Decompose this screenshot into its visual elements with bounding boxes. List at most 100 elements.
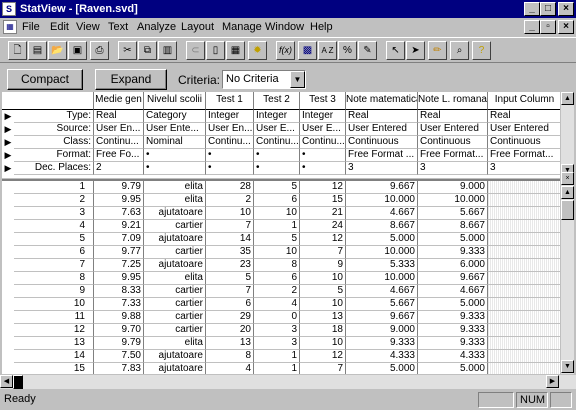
data-cell[interactable]: 4.333	[418, 350, 488, 363]
attribute-cell[interactable]: Integer	[300, 110, 346, 123]
data-cell[interactable]: 5	[254, 233, 300, 246]
data-cell[interactable]: 6	[254, 272, 300, 285]
data-cell[interactable]: 9.95	[94, 272, 144, 285]
data-cell[interactable]: 7	[206, 285, 254, 298]
data-cell[interactable]: 29	[206, 311, 254, 324]
attribute-cell[interactable]: User Entered	[488, 123, 560, 136]
data-cell[interactable]: 9.000	[418, 181, 488, 194]
data-cell[interactable]: cartier	[144, 298, 206, 311]
arrow-tool-icon[interactable]: ➤	[406, 41, 425, 60]
data-cell[interactable]: 8.667	[346, 220, 418, 233]
sun-icon[interactable]: ✹	[248, 41, 267, 60]
data-cell[interactable]: 10	[206, 207, 254, 220]
data-cell[interactable]: 13	[300, 311, 346, 324]
data-cell[interactable]: 24	[300, 220, 346, 233]
data-cell[interactable]: cartier	[144, 246, 206, 259]
scroll-down-icon[interactable]: ▼	[561, 360, 574, 373]
menu-edit[interactable]: Edit	[50, 20, 69, 34]
attribute-cell[interactable]: 2	[94, 162, 144, 175]
column-header[interactable]: Note matematica	[346, 92, 418, 110]
data-cell[interactable]: 9.77	[94, 246, 144, 259]
scroll-thumb[interactable]	[561, 200, 574, 220]
attribute-cell[interactable]: Continu...	[94, 136, 144, 149]
data-cell[interactable]: 10.000	[346, 246, 418, 259]
data-cell[interactable]: 10	[300, 337, 346, 350]
attribute-cell[interactable]: Continuous	[488, 136, 560, 149]
data-cell[interactable]: 8	[254, 259, 300, 272]
paste-icon[interactable]: ▥	[158, 41, 177, 60]
pencil-icon[interactable]: ✏	[428, 41, 447, 60]
data-cell[interactable]: 2	[254, 285, 300, 298]
symbols-icon[interactable]: %	[338, 41, 357, 60]
doc-minimize-button[interactable]: _	[524, 20, 540, 34]
empty-input-cell[interactable]	[488, 259, 560, 272]
data-cell[interactable]: 18	[300, 324, 346, 337]
data-cell[interactable]: 7.63	[94, 207, 144, 220]
clipboard-icon[interactable]: ▯	[206, 41, 225, 60]
data-cell[interactable]: 9.333	[418, 324, 488, 337]
row-arrow-icon[interactable]: ▶	[2, 123, 14, 136]
print-icon[interactable]: ⎙	[90, 41, 109, 60]
menu-file[interactable]: File	[22, 20, 40, 34]
data-cell[interactable]: 4.333	[346, 350, 418, 363]
attribute-cell[interactable]: •	[206, 162, 254, 175]
empty-input-cell[interactable]	[488, 285, 560, 298]
data-cell[interactable]: 4.667	[346, 285, 418, 298]
data-cell[interactable]: 9.95	[94, 194, 144, 207]
attribute-cell[interactable]: Continuous	[346, 136, 418, 149]
pointer-tool-icon[interactable]: ↖	[386, 41, 405, 60]
data-cell[interactable]: 20	[206, 324, 254, 337]
attribute-cell[interactable]: •	[144, 149, 206, 162]
data-cell[interactable]: 6	[254, 194, 300, 207]
data-cell[interactable]: 7	[300, 246, 346, 259]
data-cell[interactable]: 5.000	[346, 363, 418, 374]
data-cell[interactable]: 9.21	[94, 220, 144, 233]
attribute-cell[interactable]: Continu...	[300, 136, 346, 149]
data-cell[interactable]: 10.000	[346, 272, 418, 285]
attribute-cell[interactable]: •	[144, 162, 206, 175]
menu-layout[interactable]: Layout	[181, 20, 214, 34]
attribute-cell[interactable]: Integer	[206, 110, 254, 123]
new-doc-icon[interactable]: 🗋	[8, 41, 27, 60]
data-cell[interactable]: 7	[300, 363, 346, 374]
data-cell[interactable]: cartier	[144, 324, 206, 337]
brush-icon[interactable]: ✎	[358, 41, 377, 60]
data-cell[interactable]: 4.667	[346, 207, 418, 220]
data-cell[interactable]: 9.000	[346, 324, 418, 337]
data-cell[interactable]: 9.333	[418, 246, 488, 259]
app-icon[interactable]: S	[2, 2, 16, 16]
attribute-cell[interactable]: •	[300, 149, 346, 162]
data-cell[interactable]: 9.79	[94, 337, 144, 350]
data-cell[interactable]: 9.333	[418, 337, 488, 350]
row-arrow-icon[interactable]: ▶	[2, 162, 14, 175]
data-cell[interactable]: 8.33	[94, 285, 144, 298]
data-cell[interactable]: 5.000	[418, 298, 488, 311]
help-icon[interactable]: ?	[472, 41, 491, 60]
row-arrow-icon[interactable]: ▶	[2, 149, 14, 162]
data-cell[interactable]: 4	[206, 363, 254, 374]
chevron-down-icon[interactable]: ▼	[290, 71, 305, 88]
data-cell[interactable]: 12	[300, 350, 346, 363]
grid-icon[interactable]: ▩	[298, 41, 317, 60]
row-arrow-icon[interactable]: ▶	[2, 136, 14, 149]
data-cell[interactable]: ajutatoare	[144, 259, 206, 272]
attribute-cell[interactable]: User Ente...	[144, 123, 206, 136]
data-scrollbar[interactable]: × ▲ ▼	[561, 172, 574, 374]
attribute-cell[interactable]: 3	[346, 162, 418, 175]
scroll-right-icon[interactable]: ▶	[546, 375, 559, 388]
empty-input-cell[interactable]	[488, 337, 560, 350]
data-cell[interactable]: 5.000	[346, 233, 418, 246]
attribute-cell[interactable]: •	[254, 162, 300, 175]
empty-input-cell[interactable]	[488, 298, 560, 311]
data-cell[interactable]: 14	[206, 233, 254, 246]
attribute-cell[interactable]: Nominal	[144, 136, 206, 149]
data-cell[interactable]: 12	[300, 233, 346, 246]
menu-manage[interactable]: Manage	[222, 20, 262, 34]
data-cell[interactable]: 5.000	[418, 363, 488, 374]
data-cell[interactable]: 15	[300, 194, 346, 207]
scroll-left-icon[interactable]: ◀	[0, 375, 13, 388]
maximize-button[interactable]: □	[540, 2, 556, 16]
split-close-icon[interactable]: ×	[561, 172, 574, 185]
formula-icon[interactable]: f(x)	[276, 41, 295, 60]
data-cell[interactable]: 28	[206, 181, 254, 194]
